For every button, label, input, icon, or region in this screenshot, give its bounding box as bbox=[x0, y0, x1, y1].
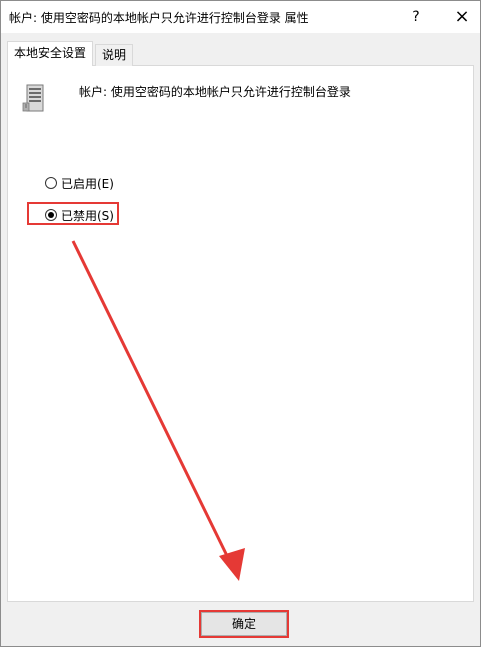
help-button[interactable]: ? bbox=[393, 1, 439, 33]
enabled-option[interactable]: 已启用(E) bbox=[45, 174, 114, 192]
annotation-highlight-disabled bbox=[27, 202, 119, 225]
tab-panel bbox=[7, 65, 474, 602]
server-policy-icon bbox=[22, 84, 44, 112]
title-bar: 帐户: 使用空密码的本地帐户只允许进行控制台登录 属性 ? × bbox=[1, 1, 480, 33]
policy-name: 帐户: 使用空密码的本地帐户只允许进行控制台登录 bbox=[79, 85, 351, 99]
close-button[interactable]: × bbox=[439, 1, 481, 33]
enabled-radio[interactable] bbox=[45, 177, 57, 189]
enabled-label[interactable]: 已启用(E) bbox=[61, 175, 114, 192]
tab-local-security-setting[interactable]: 本地安全设置 bbox=[7, 41, 94, 66]
annotation-highlight-ok bbox=[199, 610, 289, 638]
properties-dialog: 帐户: 使用空密码的本地帐户只允许进行控制台登录 属性 ? × 本地安全设置 说… bbox=[0, 0, 481, 647]
tab-explain[interactable]: 说明 bbox=[95, 44, 134, 66]
window-title: 帐户: 使用空密码的本地帐户只允许进行控制台登录 属性 bbox=[9, 11, 309, 25]
